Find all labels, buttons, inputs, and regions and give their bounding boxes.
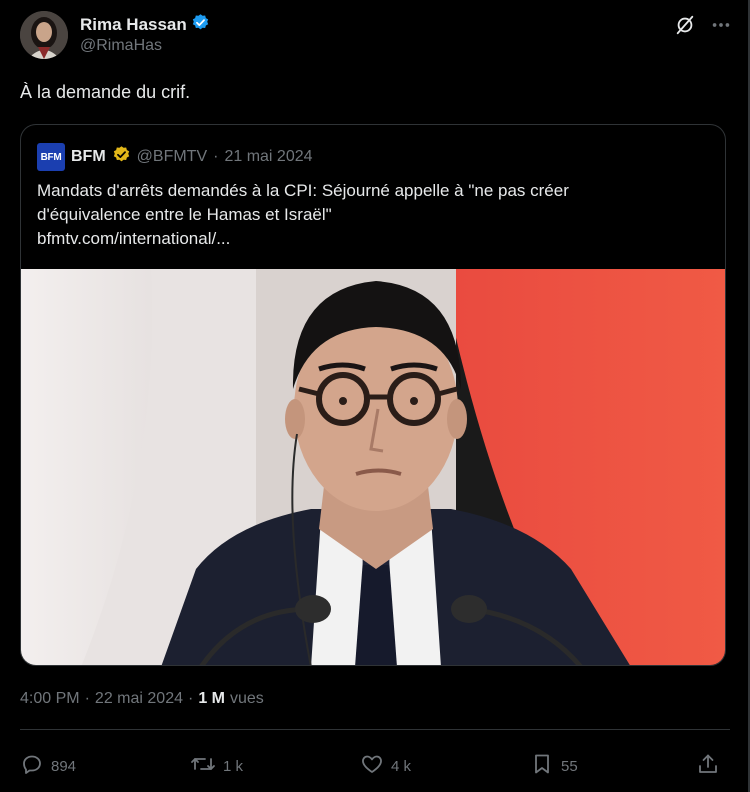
divider <box>20 729 730 730</box>
like-icon <box>360 752 384 780</box>
quoted-text-line-1: Mandats d'arrêts demandés à la CPI: Séjo… <box>37 181 569 200</box>
quoted-avatar[interactable]: BFM <box>37 143 65 171</box>
views-label: vues <box>229 690 264 707</box>
tweet-timestamp: 4:00 PM · 22 mai 2024 · 1 M vues <box>20 690 264 708</box>
repost-icon <box>190 752 216 780</box>
author-name[interactable]: Rima Hassan <box>80 15 187 35</box>
more-icon[interactable] <box>710 14 732 41</box>
avatar[interactable] <box>20 11 68 59</box>
repost-button[interactable]: 1 k <box>190 752 243 780</box>
verified-badge-icon <box>191 13 210 37</box>
quoted-author-handle[interactable]: @BFMTV <box>137 148 207 166</box>
tweet-header: Rima Hassan @RimaHas <box>20 10 732 62</box>
quoted-text-line-2: d'équivalence entre le Hamas et Israël" <box>37 205 332 224</box>
like-button[interactable]: 4 k <box>360 752 411 780</box>
share-button[interactable] <box>696 752 720 780</box>
bfm-logo-text: BFM <box>40 151 62 163</box>
action-bar: 894 1 k 4 k 55 <box>20 752 730 780</box>
reply-button[interactable]: 894 <box>20 752 76 780</box>
views-count[interactable]: 1 M <box>198 690 225 708</box>
quoted-link[interactable]: bfmtv.com/international/... <box>37 227 707 251</box>
quoted-tweet-card[interactable]: BFM BFM @BFMTV · 21 mai 2024 Mandats d'a… <box>20 124 726 666</box>
quoted-author-name[interactable]: BFM <box>71 148 106 166</box>
reply-icon <box>20 752 44 780</box>
like-count: 4 k <box>391 757 412 775</box>
timestamp-separator: · <box>187 690 194 707</box>
gold-verified-badge-icon <box>112 145 131 169</box>
quoted-text: Mandats d'arrêts demandés à la CPI: Séjo… <box>37 179 707 251</box>
repost-count: 1 k <box>223 757 244 775</box>
timestamp-date[interactable]: 22 mai 2024 <box>95 690 183 708</box>
bookmark-button[interactable]: 55 <box>530 752 578 780</box>
quoted-photo[interactable] <box>21 269 725 665</box>
share-icon <box>696 752 720 780</box>
grok-icon[interactable] <box>674 14 696 41</box>
bookmark-count: 55 <box>561 757 578 775</box>
timestamp-separator: · <box>84 690 90 707</box>
timestamp-time[interactable]: 4:00 PM <box>20 690 80 708</box>
author-handle[interactable]: @RimaHas <box>80 37 162 55</box>
author-name-row[interactable]: Rima Hassan <box>80 13 210 37</box>
reply-count: 894 <box>51 757 77 775</box>
quoted-separator: · <box>213 148 219 165</box>
quoted-header: BFM BFM @BFMTV · 21 mai 2024 <box>37 143 313 171</box>
tweet-text: À la demande du crif. <box>20 82 191 102</box>
bookmark-icon <box>530 752 554 780</box>
quoted-date[interactable]: 21 mai 2024 <box>224 148 312 166</box>
